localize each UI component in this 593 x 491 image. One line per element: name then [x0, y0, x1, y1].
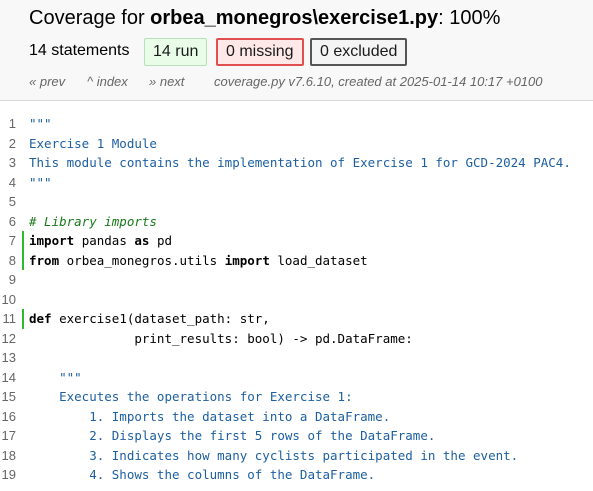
source-line: 10: [0, 290, 593, 310]
line-number[interactable]: 4: [0, 173, 16, 193]
source-line: 5: [0, 192, 593, 212]
source-line: 8 from orbea_monegros.utils import load_d…: [0, 250, 593, 271]
line-number[interactable]: 11: [0, 309, 17, 329]
line-number[interactable]: 14: [0, 368, 16, 388]
missing-filter-button[interactable]: 0 missing: [216, 38, 304, 66]
statements-count: 14 statements: [29, 42, 130, 59]
line-number[interactable]: 15: [0, 387, 16, 407]
source-line: 12 print_results: bool) -> pd.DataFrame:: [0, 329, 593, 349]
index-link[interactable]: ^ index: [87, 74, 128, 89]
created-info: coverage.py v7.6.10, created at 2025-01-…: [214, 74, 543, 89]
source-line: 19 4. Shows the columns of the DataFrame…: [0, 465, 593, 485]
source-code: 1 """ 2 Exercise 1 Module 3 This module conta…: [0, 114, 593, 485]
run-marker: [22, 231, 24, 251]
line-code: Exercise 1 Module: [29, 135, 157, 151]
line-number[interactable]: 17: [0, 426, 16, 446]
line-code: """: [29, 369, 82, 385]
line-number[interactable]: 10: [0, 290, 16, 310]
source-line: 2 Exercise 1 Module: [0, 134, 593, 154]
report-header: Coverage for orbea_monegros\exercise1.py…: [0, 0, 593, 101]
title-filename: orbea_monegros\exercise1.py: [150, 7, 439, 29]
line-code: def exercise1(dataset_path: str,: [29, 311, 270, 326]
source-line: 9: [0, 270, 593, 290]
run-marker: [22, 309, 24, 329]
source-line: 7 import pandas as pd: [0, 231, 593, 251]
line-number[interactable]: 6: [0, 212, 16, 232]
line-code: 4. Shows the columns of the DataFrame.: [29, 467, 376, 482]
line-code: print_results: bool) -> pd.DataFrame:: [29, 330, 413, 346]
page-title: Coverage for orbea_monegros\exercise1.py…: [29, 6, 500, 30]
line-number[interactable]: 16: [0, 407, 16, 427]
line-code: Executes the operations for Exercise 1:: [29, 389, 353, 404]
title-percentage: : 100%: [438, 7, 501, 29]
line-code: This module contains the implementation …: [29, 155, 571, 170]
line-number[interactable]: 1: [0, 114, 16, 134]
line-number[interactable]: 2: [0, 134, 16, 154]
excluded-filter-button[interactable]: 0 excluded: [310, 38, 408, 66]
source-line: 3 This module contains the implementation…: [0, 153, 593, 173]
source-line: 6 # Library imports: [0, 212, 593, 232]
run-marker: [22, 250, 24, 270]
line-number[interactable]: 3: [0, 153, 16, 173]
line-code: """: [29, 116, 52, 131]
line-code: from orbea_monegros.utils import load_da…: [29, 252, 368, 268]
source-line: 15 Executes the operations for Exercise …: [0, 387, 593, 407]
run-filter-button[interactable]: 14 run: [144, 38, 208, 66]
prev-link[interactable]: « prev: [29, 74, 65, 89]
line-number[interactable]: 9: [0, 270, 16, 290]
line-number[interactable]: 12: [0, 329, 16, 349]
source-line: 17 2. Displays the first 5 rows of the D…: [0, 426, 593, 446]
source-line: 11 def exercise1(dataset_path: str,: [0, 309, 593, 329]
source-line: 18 3. Indicates how many cyclists partic…: [0, 446, 593, 466]
source-line: 14 """: [0, 368, 593, 388]
line-code: import pandas as pd: [29, 233, 173, 248]
line-code: 1. Imports the dataset into a DataFrame.: [29, 408, 391, 424]
line-code: # Library imports: [29, 213, 157, 229]
line-number[interactable]: 18: [0, 446, 16, 466]
line-number[interactable]: 8: [0, 251, 16, 271]
line-code: 3. Indicates how many cyclists participa…: [29, 447, 519, 463]
title-prefix: Coverage for: [29, 7, 151, 29]
line-number[interactable]: 5: [0, 192, 16, 212]
source-line: 13: [0, 348, 593, 368]
line-code: 2. Displays the first 5 rows of the Data…: [29, 428, 436, 443]
line-code: """: [29, 174, 52, 190]
line-number[interactable]: 7: [0, 231, 16, 251]
line-number[interactable]: 19: [0, 465, 16, 485]
line-number[interactable]: 13: [0, 348, 16, 368]
source-line: 1 """: [0, 114, 593, 134]
next-link[interactable]: » next: [149, 74, 184, 89]
source-line: 4 """: [0, 173, 593, 193]
source-line: 16 1. Imports the dataset into a DataFra…: [0, 407, 593, 427]
